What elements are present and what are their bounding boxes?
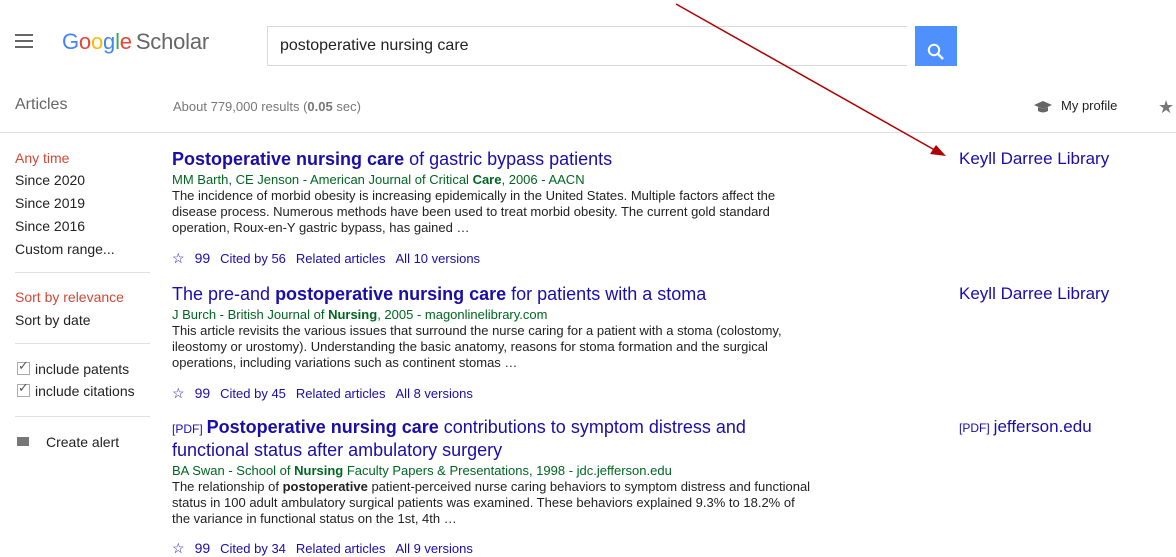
result-authors: BA Swan - School of Nursing Faculty Pape…: [172, 463, 672, 478]
search-input[interactable]: [267, 26, 907, 66]
filter-since-2019[interactable]: Since 2019: [15, 195, 85, 211]
pdf-tag: [PDF]: [172, 422, 203, 436]
sort-by-relevance[interactable]: Sort by relevance: [15, 289, 124, 305]
search-icon: [927, 43, 944, 60]
checkbox-icon: [17, 358, 30, 375]
result-actions: ☆ 99 Cited by 45 Related articles All 8 vers…: [172, 385, 483, 402]
filter-any-time[interactable]: Any time: [15, 150, 69, 166]
include-citations-checkbox[interactable]: include citations: [17, 380, 135, 399]
pdf-tag: [PDF]: [959, 421, 990, 435]
cited-by-link[interactable]: Cited by 45: [220, 386, 286, 401]
create-alert-button[interactable]: Create alert: [17, 434, 119, 450]
sort-by-date[interactable]: Sort by date: [15, 312, 91, 328]
star-icon[interactable]: ★: [1158, 97, 1174, 118]
result-title[interactable]: Postoperative nursing care of gastric by…: [172, 148, 612, 170]
library-link[interactable]: Keyll Darree Library: [959, 284, 1109, 304]
search-button[interactable]: [915, 26, 957, 66]
filter-since-2020[interactable]: Since 2020: [15, 172, 85, 188]
library-link[interactable]: Keyll Darree Library: [959, 149, 1109, 169]
quote-icon[interactable]: 99: [195, 385, 211, 401]
star-outline-icon[interactable]: ☆: [172, 385, 185, 401]
related-articles-link[interactable]: Related articles: [296, 541, 386, 556]
google-scholar-logo[interactable]: Google Scholar: [62, 29, 209, 55]
result-authors: J Burch - British Journal of Nursing, 20…: [172, 307, 548, 322]
all-versions-link[interactable]: All 8 versions: [396, 386, 473, 401]
divider: [15, 272, 150, 273]
related-articles-link[interactable]: Related articles: [296, 386, 386, 401]
related-articles-link[interactable]: Related articles: [296, 251, 386, 266]
checkbox-icon: [17, 380, 30, 397]
divider: [0, 132, 1176, 133]
quote-icon[interactable]: 99: [195, 540, 211, 556]
quote-icon[interactable]: 99: [195, 250, 211, 266]
include-patents-checkbox[interactable]: include patents: [17, 358, 129, 377]
all-versions-link[interactable]: All 10 versions: [396, 251, 481, 266]
result-title[interactable]: The pre-and postoperative nursing care f…: [172, 283, 706, 305]
result-actions: ☆ 99 Cited by 56 Related articles All 10 ver…: [172, 250, 490, 267]
my-profile-link[interactable]: My profile: [1033, 98, 1117, 114]
result-authors: MM Barth, CE Jenson - American Journal o…: [172, 172, 585, 187]
result-title-line2[interactable]: functional status after ambulatory surge…: [172, 439, 502, 461]
star-outline-icon[interactable]: ☆: [172, 540, 185, 556]
all-versions-link[interactable]: All 9 versions: [396, 541, 473, 556]
cited-by-link[interactable]: Cited by 34: [220, 541, 286, 556]
result-snippet: This article revisits the various issues…: [172, 323, 782, 370]
cited-by-link[interactable]: Cited by 56: [220, 251, 286, 266]
result-title[interactable]: [PDF] Postoperative nursing care contribu…: [172, 416, 746, 440]
articles-label: Articles: [15, 96, 68, 113]
filter-custom-range[interactable]: Custom range...: [15, 241, 115, 257]
hamburger-menu-icon[interactable]: [15, 34, 33, 52]
graduation-cap-icon: [1034, 100, 1052, 113]
filter-since-2016[interactable]: Since 2016: [15, 218, 85, 234]
results-count: About 779,000 results (0.05 sec): [173, 99, 361, 114]
result-snippet: The incidence of morbid obesity is incre…: [172, 188, 776, 235]
library-link[interactable]: [PDF] jefferson.edu: [959, 417, 1092, 437]
star-outline-icon[interactable]: ☆: [172, 250, 185, 266]
result-actions: ☆ 99 Cited by 34 Related articles All 9 vers…: [172, 540, 483, 557]
divider: [15, 343, 150, 344]
divider: [15, 416, 150, 417]
result-snippet: The relationship of postoperative patien…: [172, 479, 811, 526]
envelope-icon: [17, 437, 29, 446]
